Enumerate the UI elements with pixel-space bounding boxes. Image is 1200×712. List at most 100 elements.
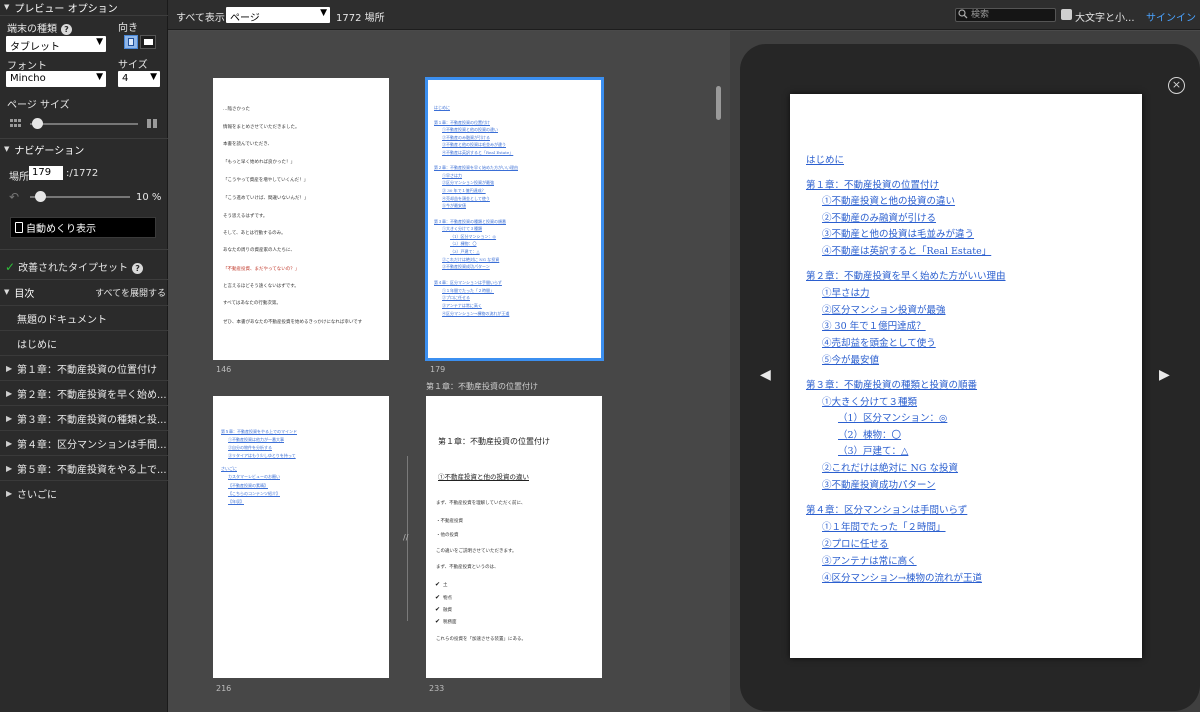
device-type-select[interactable]: タブレット ▼ <box>6 36 106 53</box>
expand-triangle-icon[interactable]: ▶ <box>6 464 17 473</box>
preview-toc-link[interactable]: ①不動産投資と他の投資の違い <box>822 193 955 207</box>
preview-toc-link[interactable]: ①１年間でたった「２時間」 <box>822 519 946 533</box>
location-input[interactable]: 179 <box>29 166 63 180</box>
toc-item[interactable]: はじめに <box>0 330 168 355</box>
preview-toc-link[interactable]: （3）戸建て：△ <box>838 443 908 457</box>
preview-toc-link[interactable]: （2）棟物：〇 <box>838 427 901 441</box>
autoflip-button[interactable]: 自動めくり表示 <box>10 217 156 238</box>
checkmark-icon: ✔ <box>435 606 441 613</box>
page-text-line: この違いをご説明させていただきます。 <box>436 549 517 554</box>
portrait-orientation-button[interactable] <box>124 35 138 49</box>
match-case-checkbox[interactable] <box>1061 9 1072 20</box>
toc-item-label: はじめに <box>17 339 57 351</box>
signin-link[interactable]: サインイン <box>1146 9 1196 24</box>
search-input[interactable]: 検索 <box>955 8 1056 22</box>
preview-toc-link[interactable]: ③アンテナは常に高く <box>822 553 917 567</box>
preview-toc-link[interactable]: 第４章：区分マンションは手間いらず <box>806 502 967 516</box>
preview-toc-link[interactable]: ③不動産投資成功パターン <box>822 477 936 491</box>
page-text-line: 「もっと早く始めれば良かった！」 <box>223 160 295 165</box>
typeset-row[interactable]: ✓ 改善されたタイプセット? <box>5 259 144 274</box>
preview-toc-link[interactable]: ②不動産のみ融資が引ける <box>822 210 936 224</box>
expand-triangle-icon[interactable]: ▶ <box>6 489 17 498</box>
preview-toc-link[interactable]: ④区分マンション→棟物の流れが王道 <box>822 570 982 584</box>
preview-toc-link[interactable]: 第１章：不動産投資の位置付け <box>806 177 939 191</box>
checkmark-icon: ✔ <box>435 594 441 601</box>
dropdown-arrow-icon: ▼ <box>96 72 103 82</box>
page-text-line: そう思えるはずです。 <box>223 214 268 219</box>
toc-header[interactable]: ▼ 目次 すべてを展開する <box>0 285 168 300</box>
view-mode-select[interactable]: ページ ▼ <box>226 7 330 24</box>
preview-toc-link[interactable]: ③不動産と他の投資は毛並みが違う <box>822 226 974 240</box>
preview-toc-link[interactable]: ②プロに任せる <box>822 536 889 550</box>
device-type-label-text: 端末の種類 <box>7 24 57 35</box>
previous-page-arrow-icon[interactable]: ◀ <box>760 367 771 383</box>
preview-toc-link[interactable]: はじめに <box>806 152 844 166</box>
page-text-line: 税務面 <box>443 620 457 625</box>
preview-toc-link[interactable]: ④不動産は英訳すると「Real Estate」 <box>822 243 991 257</box>
toc-item[interactable]: 無題のドキュメント <box>0 305 168 330</box>
expand-triangle-icon[interactable]: ▶ <box>6 439 17 448</box>
toc-item[interactable]: ▶ 第２章：不動産投資を早く始め... <box>0 380 168 405</box>
font-select[interactable]: Mincho ▼ <box>6 71 106 87</box>
next-page-arrow-icon[interactable]: ▶ <box>1159 367 1170 383</box>
toc-item[interactable]: ▶ 第４章：区分マンションは手間... <box>0 430 168 455</box>
preview-toc-link[interactable]: ③ 30 年で１億円達成？ <box>822 318 926 332</box>
page-text-line: 融資 <box>443 608 452 613</box>
expand-triangle-icon[interactable]: ▶ <box>6 389 17 398</box>
page-number: 146 <box>216 365 232 374</box>
page-link-line: （3）戸建て：△ <box>450 249 480 254</box>
page-link-line: はじめに <box>434 105 450 110</box>
page-text-line: 土 <box>443 583 448 588</box>
help-icon[interactable]: ? <box>61 23 72 35</box>
toc-item-label: 第２章：不動産投資を早く始め... <box>17 389 167 401</box>
navigation-slider-thumb[interactable] <box>35 191 46 202</box>
preview-options-header[interactable]: ▼ プレビュー オプション <box>0 0 118 15</box>
size-select[interactable]: 4 ▼ <box>118 71 160 87</box>
help-icon[interactable]: ? <box>132 262 144 274</box>
preview-toc-link[interactable]: ⑤今が最安値 <box>822 352 879 366</box>
size-label: サイズ <box>118 60 148 71</box>
vertical-scrollbar[interactable] <box>716 86 721 120</box>
toc-item-label: 第５章：不動産投資をやる上で... <box>17 464 167 476</box>
toc-item[interactable]: ▶ 第５章：不動産投資をやる上で... <box>0 455 168 480</box>
landscape-orientation-button[interactable] <box>140 35 156 49</box>
expand-triangle-icon[interactable]: ▶ <box>6 364 17 373</box>
expand-all-link[interactable]: すべてを展開する <box>95 286 166 299</box>
preview-toc-link[interactable]: ②これだけは絶対に NG な投資 <box>822 460 958 474</box>
tablet-screen[interactable]: はじめに第１章：不動産投資の位置付け ①不動産投資と他の投資の違い ②不動産のみ融資… <box>790 94 1142 658</box>
size-value: 4 <box>122 73 129 84</box>
preview-toc-link[interactable]: ④売却益を頭金として使う <box>822 335 936 349</box>
preview-toc-link[interactable]: 第２章：不動産投資を早く始めた方がいい理由 <box>806 268 1006 282</box>
device-preview-area: はじめに第１章：不動産投資の位置付け ①不動産投資と他の投資の違い ②不動産のみ融資… <box>730 31 1200 712</box>
location-label: 場所 <box>9 172 29 183</box>
page-thumbnail-146[interactable]: …陥さかった 情報をまとめさせていただきました。 本書を読んでいただき、 「もっと早く… <box>213 78 389 360</box>
toc-item[interactable]: ▶ 第３章：不動産投資の種類と投... <box>0 405 168 430</box>
navigation-header[interactable]: ▼ ナビゲーション <box>0 142 84 157</box>
page-text-line: ぜひ、本書があなたの不動産投資を始めるきっかけになれば幸いです <box>223 320 363 325</box>
toc-item[interactable]: ▶ 第１章：不動産投資の位置付け <box>0 355 168 380</box>
toc-item[interactable]: ▶ さいごに <box>0 480 168 505</box>
device-type-label: 端末の種類? <box>7 20 72 35</box>
page-text-line: あなたの周りの資産家の人たちに、 <box>223 248 295 253</box>
font-label: フォント <box>7 61 47 72</box>
close-icon[interactable]: × <box>1168 77 1185 94</box>
page-thumbnail-233[interactable]: 第１章：不動産投資の位置付け ①不動産投資と他の投資の違い まず、不動産投資を理解し… <box>426 396 602 678</box>
page-link-line: ②自分の物件を分析する <box>228 445 272 450</box>
expand-triangle-icon[interactable]: ▶ <box>6 414 17 423</box>
small-grid-icon <box>10 119 22 128</box>
preview-toc-link[interactable]: （1）区分マンション：◎ <box>838 410 947 424</box>
preview-toc-link[interactable]: ②区分マンション投資が最強 <box>822 302 946 316</box>
page-link-line: ①不動産投資は他力が一番大事 <box>228 437 284 442</box>
preview-toc-link[interactable]: 第３章：不動産投資の種類と投資の順番 <box>806 377 977 391</box>
preview-toc-link[interactable]: ①大きく分けて３種類 <box>822 394 917 408</box>
toc-item-label: 第３章：不動産投資の種類と投... <box>17 414 167 426</box>
page-link-line: 第５章：不動産投資をやる上でのマインド <box>221 429 297 434</box>
page-thumbnail-216[interactable]: 第５章：不動産投資をやる上でのマインド ①不動産投資は他力が一番大事 ②自分の物件を… <box>213 396 389 678</box>
back-arrow-icon[interactable]: ↶ <box>9 190 19 204</box>
preview-toc-link[interactable]: ①早さは力 <box>822 285 870 299</box>
split-handle-icon[interactable]: // <box>403 533 408 542</box>
page-size-slider-thumb[interactable] <box>32 118 43 129</box>
page-thumbnail-179[interactable]: はじめに 第１章：不動産投資の位置付け ①不動産投資と他の投資の違い ②不動産のみ融資… <box>425 77 604 361</box>
page-size-slider-track[interactable] <box>30 123 138 125</box>
page-text-line: 物点 <box>443 596 452 601</box>
